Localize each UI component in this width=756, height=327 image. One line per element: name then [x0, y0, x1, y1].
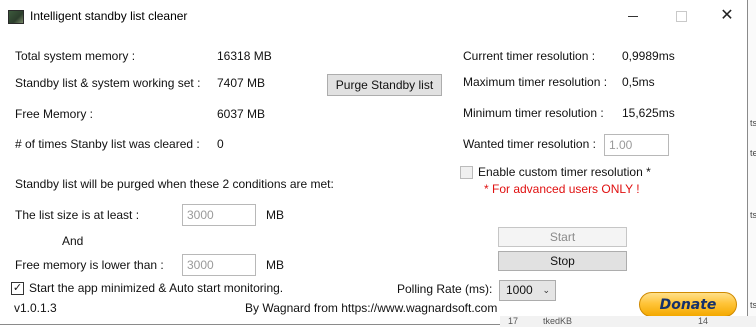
background-window-bottom: 17 tkedKB 14 [500, 316, 756, 327]
maximize-icon [675, 10, 687, 22]
times-cleared-value: 0 [217, 137, 224, 151]
standby-list-value: 7407 MB [217, 76, 266, 90]
close-button[interactable]: ✕ [704, 0, 750, 32]
background-text: ts [750, 300, 756, 310]
chevron-down-icon: ⌄ [542, 285, 550, 295]
free-memory-value: 6037 MB [217, 107, 266, 121]
app-icon [8, 10, 24, 24]
autostart-label: Start the app minimized & Auto start mon… [29, 281, 284, 295]
and-label: And [62, 234, 84, 248]
background-text: ts [750, 118, 756, 128]
title-bar: Intelligent standby list cleaner ✕ [0, 0, 747, 32]
checkmark-icon: ✓ [12, 282, 23, 294]
background-window-edge: ts te ts ts [748, 0, 756, 327]
list-size-label: The list size is at least : [15, 208, 140, 222]
max-timer-value: 0,5ms [622, 75, 655, 89]
conditions-heading: Standby list will be purged when these 2… [15, 177, 334, 191]
start-button[interactable]: Start [498, 227, 627, 247]
current-timer-label: Current timer resolution : [463, 49, 596, 63]
wanted-timer-label: Wanted timer resolution : [463, 137, 596, 151]
free-memory-threshold-unit: MB [266, 258, 284, 272]
total-memory-label: Total system memory : [15, 49, 136, 63]
total-memory-value: 16318 MB [217, 49, 272, 63]
free-memory-threshold-label: Free memory is lower than : [15, 258, 164, 272]
background-text: ts [750, 210, 756, 220]
version-label: v1.0.1.3 [14, 301, 57, 315]
custom-timer-checkbox[interactable] [460, 166, 473, 179]
max-timer-label: Maximum timer resolution : [463, 75, 608, 89]
credit-link[interactable]: By Wagnard from https://www.wagnardsoft.… [245, 301, 497, 315]
min-timer-label: Minimum timer resolution : [463, 106, 604, 120]
polling-rate-select[interactable]: 1000 ⌄ [499, 280, 556, 301]
window-title: Intelligent standby list cleaner [30, 9, 188, 23]
wanted-timer-input[interactable]: 1.00 [604, 134, 669, 156]
times-cleared-label: # of times Stanby list was cleared : [15, 137, 200, 151]
stop-button[interactable]: Stop [498, 251, 627, 271]
donate-button[interactable]: Donate [639, 292, 737, 317]
background-text: 17 [508, 316, 519, 326]
autostart-checkbox[interactable]: ✓ [11, 282, 24, 295]
background-text: 14 [698, 316, 709, 326]
purge-standby-button[interactable]: Purge Standby list [327, 74, 442, 96]
close-icon: ✕ [720, 7, 734, 24]
list-size-input[interactable]: 3000 [182, 204, 256, 226]
background-text: tkedKB [543, 316, 573, 326]
background-text: te [750, 148, 756, 158]
minimize-icon [628, 15, 638, 17]
custom-timer-label: Enable custom timer resolution * [478, 165, 651, 179]
polling-rate-value: 1000 [506, 283, 533, 297]
minimize-button[interactable] [610, 0, 656, 32]
standby-list-label: Standby list & system working set : [15, 76, 201, 90]
list-size-unit: MB [266, 208, 284, 222]
advanced-warning: * For advanced users ONLY ! [484, 182, 640, 196]
free-memory-label: Free Memory : [15, 107, 94, 121]
current-timer-value: 0,9989ms [622, 49, 675, 63]
free-memory-threshold-input[interactable]: 3000 [182, 254, 256, 276]
maximize-button [658, 0, 704, 32]
polling-rate-label: Polling Rate (ms): [397, 282, 493, 296]
min-timer-value: 15,625ms [622, 106, 675, 120]
app-window: Intelligent standby list cleaner ✕ Total… [0, 0, 748, 325]
